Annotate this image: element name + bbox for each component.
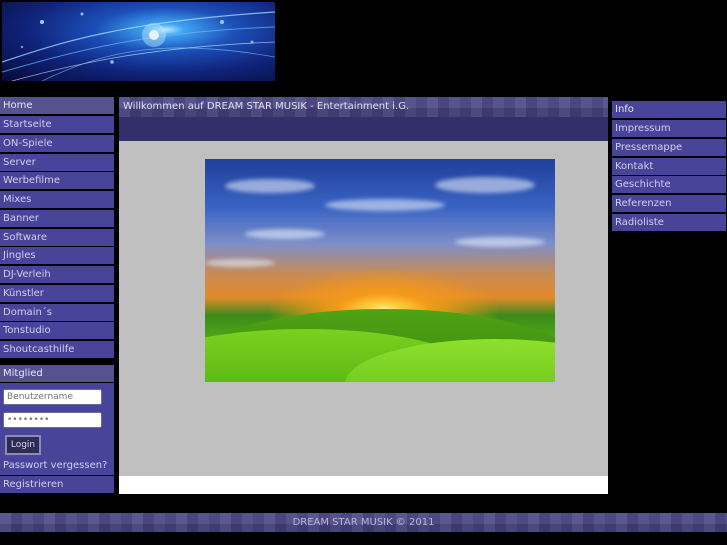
footer-copyright: DREAM STAR MUSIK © 2011 — [0, 513, 727, 532]
nav-item-pressemappe[interactable]: Pressemappe — [612, 139, 726, 156]
nav-item-on-spiele[interactable]: ON-Spiele — [0, 135, 114, 152]
info-header: Info — [612, 101, 726, 118]
banner-image — [2, 2, 275, 81]
nav-item-dj-verleih[interactable]: DJ-Verleih — [0, 266, 114, 283]
member-header: Mitglied — [0, 365, 114, 382]
nav-item-werbefilme[interactable]: Werbefilme — [0, 172, 114, 189]
forgot-password-link[interactable]: Passwort vergessen? — [0, 457, 114, 474]
nav-item-kontakt[interactable]: Kontakt — [612, 158, 726, 175]
nav-item-banner[interactable]: Banner — [0, 210, 114, 227]
nav-item-impressum[interactable]: Impressum — [612, 120, 726, 137]
register-link[interactable]: Registrieren — [0, 476, 114, 493]
nav-item-server[interactable]: Server — [0, 154, 114, 171]
nav-item-geschichte[interactable]: Geschichte — [612, 176, 726, 193]
sunset-hero-image — [205, 159, 555, 382]
nav-item-shoutcasthilfe[interactable]: Shoutcasthilfe — [0, 341, 114, 358]
title-strip — [119, 117, 608, 141]
nav-item-software[interactable]: Software — [0, 229, 114, 246]
login-button[interactable]: Login — [5, 435, 41, 455]
username-input[interactable] — [3, 389, 102, 405]
nav-item-kuenstler[interactable]: Künstler — [0, 285, 114, 302]
nav-item-mixes[interactable]: Mixes — [0, 191, 114, 208]
nav-item-referenzen[interactable]: Referenzen — [612, 195, 726, 212]
content-bottom-bar — [119, 476, 608, 494]
nav-item-startseite[interactable]: Startseite — [0, 116, 114, 133]
nav-item-home[interactable]: Home — [0, 97, 114, 114]
nav-item-tonstudio[interactable]: Tonstudio — [0, 322, 114, 339]
nav-item-jingles[interactable]: Jingles — [0, 247, 114, 264]
banner-graphic — [2, 11, 275, 81]
nav-item-domains[interactable]: Domain´s — [0, 304, 114, 321]
nav-item-radioliste[interactable]: Radioliste — [612, 214, 726, 231]
page-title: Willkommen auf DREAM STAR MUSIK - Entert… — [119, 97, 608, 117]
password-input[interactable] — [3, 412, 102, 428]
